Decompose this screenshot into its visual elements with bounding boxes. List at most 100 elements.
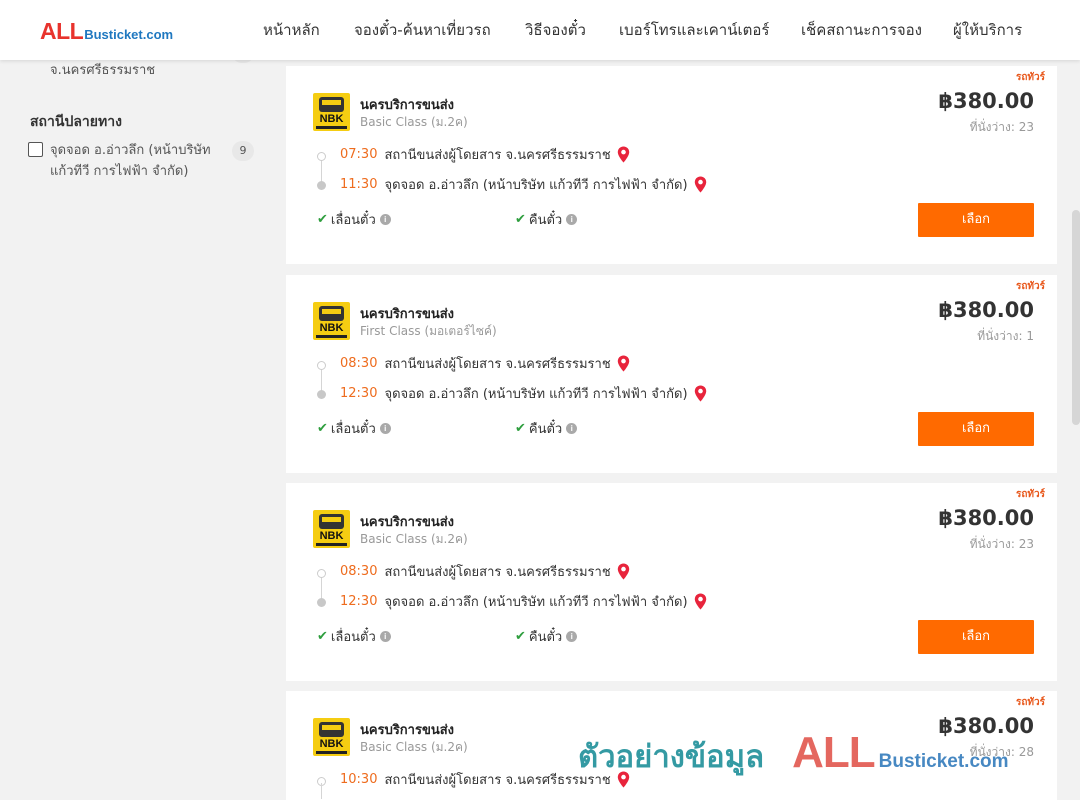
- page-scrollbar[interactable]: [1072, 210, 1080, 425]
- destination-filter-item[interactable]: จุดจอด อ.อ่าวลึก (หน้าบริษัท แก้วทีวี กา…: [28, 140, 254, 184]
- departure-stop: 07:30 สถานีขนส่งผู้โดยสาร จ.นครศรีธรรมรา…: [340, 144, 630, 165]
- departure-station: สถานีขนส่งผู้โดยสาร จ.นครศรีธรรมราช: [384, 148, 611, 163]
- timeline-end-dot: [317, 598, 326, 607]
- departure-station: สถานีขนส่งผู้โดยสาร จ.นครศรีธรรมราช: [384, 357, 611, 372]
- nav-book-search[interactable]: จองตั๋ว-ค้นหาเที่ยวรถ: [354, 0, 491, 60]
- departure-time: 08:30: [340, 356, 378, 371]
- select-trip-button[interactable]: เลือก: [918, 412, 1034, 446]
- change-ticket-feature: ✔ เลื่อนตั๋ว i: [317, 626, 391, 647]
- map-pin-icon[interactable]: [617, 355, 630, 372]
- map-pin-icon[interactable]: [694, 593, 707, 610]
- arrival-station: จุดจอด อ.อ่าวลึก (หน้าบริษัท แก้วทีวี กา…: [384, 178, 688, 193]
- info-icon[interactable]: i: [379, 631, 391, 642]
- select-trip-button[interactable]: เลือก: [918, 620, 1034, 654]
- trip-card: รถทัวร์ NBK นครบริการขนส่ง Basic Class (…: [286, 66, 1057, 264]
- nav-home[interactable]: หน้าหลัก: [263, 0, 320, 60]
- destination-heading: สถานีปลายทาง: [30, 114, 122, 130]
- destination-checkbox[interactable]: [28, 142, 43, 157]
- operator-logo-text: NBK: [319, 738, 344, 750]
- bus-type-badge: รถทัวร์: [1015, 72, 1045, 83]
- departure-stop: 08:30 สถานีขนส่งผู้โดยสาร จ.นครศรีธรรมรา…: [340, 561, 630, 582]
- logo-all: ALL: [40, 18, 84, 44]
- feature-label: คืนตั๋ว: [528, 422, 563, 437]
- timeline-line: [321, 783, 322, 799]
- arrival-time: 11:30: [340, 177, 378, 192]
- nav-phone-counters[interactable]: เบอร์โทรและเคาน์เตอร์: [619, 0, 769, 60]
- check-icon: ✔: [515, 421, 526, 436]
- arrival-station: จุดจอด อ.อ่าวลึก (หน้าบริษัท แก้วทีวี กา…: [384, 595, 688, 610]
- bus-class: Basic Class (ม.2ค): [360, 532, 468, 546]
- departure-stop: 08:30 สถานีขนส่งผู้โดยสาร จ.นครศรีธรรมรา…: [340, 353, 630, 374]
- site-header: ALL Busticket.com หน้าหลัก จองตั๋ว-ค้นหา…: [0, 0, 1080, 60]
- change-ticket-feature: ✔ เลื่อนตั๋ว i: [317, 418, 391, 439]
- ticket-price: ฿380.00: [938, 89, 1034, 113]
- bus-type-badge: รถทัวร์: [1015, 697, 1045, 708]
- departure-time: 10:30: [340, 772, 378, 787]
- trip-card: รถทัวร์ NBK นครบริการขนส่ง Basic Class (…: [286, 691, 1057, 800]
- operator-logo-text: NBK: [319, 113, 344, 125]
- change-ticket-feature: ✔ เลื่อนตั๋ว i: [317, 209, 391, 230]
- arrival-time: 12:30: [340, 386, 378, 401]
- check-icon: ✔: [317, 421, 328, 436]
- ticket-price: ฿380.00: [938, 298, 1034, 322]
- map-pin-icon[interactable]: [694, 176, 707, 193]
- bus-class: First Class (มอเตอร์ไซค์): [360, 324, 497, 338]
- operator-logo: NBK: [313, 302, 350, 340]
- seats-available: ที่นั่งว่าง: 23: [969, 120, 1034, 134]
- filter-sidebar: สถานีขนส่งผู้โดยสาร จ.นครศรีธรรมราช 9 สถ…: [0, 40, 270, 800]
- operator-logo-text: NBK: [319, 322, 344, 334]
- timeline-start-dot: [317, 152, 326, 161]
- arrival-stop: 11:30 จุดจอด อ.อ่าวลึก (หน้าบริษัท แก้วท…: [340, 174, 707, 195]
- timeline-start-dot: [317, 361, 326, 370]
- map-pin-icon[interactable]: [617, 146, 630, 163]
- trip-card: รถทัวร์ NBK นครบริการขนส่ง First Class (…: [286, 275, 1057, 473]
- operator-logo: NBK: [313, 718, 350, 756]
- info-icon[interactable]: i: [379, 423, 391, 434]
- info-icon[interactable]: i: [566, 423, 578, 434]
- departure-stop: 10:30 สถานีขนส่งผู้โดยสาร จ.นครศรีธรรมรา…: [340, 769, 630, 790]
- seats-available: ที่นั่งว่าง: 28: [969, 745, 1034, 759]
- arrival-stop: 12:30 จุดจอด อ.อ่าวลึก (หน้าบริษัท แก้วท…: [340, 383, 707, 404]
- check-icon: ✔: [515, 212, 526, 227]
- operator-logo-text: NBK: [319, 530, 344, 542]
- timeline-start-dot: [317, 569, 326, 578]
- map-pin-icon[interactable]: [617, 771, 630, 788]
- refund-ticket-feature: ✔ คืนตั๋ว i: [515, 626, 578, 647]
- destination-filter-label: จุดจอด อ.อ่าวลึก (หน้าบริษัท แก้วทีวี กา…: [50, 143, 211, 179]
- feature-label: เลื่อนตั๋ว: [330, 422, 376, 437]
- info-icon[interactable]: i: [566, 214, 578, 225]
- bus-class: Basic Class (ม.2ค): [360, 115, 468, 129]
- ticket-price: ฿380.00: [938, 714, 1034, 738]
- nav-how-to-book[interactable]: วิธีจองตั๋ว: [525, 0, 586, 60]
- bus-type-badge: รถทัวร์: [1015, 281, 1045, 292]
- arrival-station: จุดจอด อ.อ่าวลึก (หน้าบริษัท แก้วทีวี กา…: [384, 387, 688, 402]
- refund-ticket-feature: ✔ คืนตั๋ว i: [515, 209, 578, 230]
- destination-filter-count: 9: [232, 141, 254, 161]
- feature-label: เลื่อนตั๋ว: [330, 213, 376, 228]
- nav-check-status[interactable]: เช็คสถานะการจอง: [801, 0, 922, 60]
- departure-station: สถานีขนส่งผู้โดยสาร จ.นครศรีธรรมราช: [384, 773, 611, 788]
- operator-name: นครบริการขนส่ง: [360, 98, 455, 113]
- site-logo[interactable]: ALL Busticket.com: [40, 18, 173, 44]
- select-trip-button[interactable]: เลือก: [918, 203, 1034, 237]
- operator-name: นครบริการขนส่ง: [360, 723, 455, 738]
- refund-ticket-feature: ✔ คืนตั๋ว i: [515, 418, 578, 439]
- info-icon[interactable]: i: [566, 631, 578, 642]
- map-pin-icon[interactable]: [694, 385, 707, 402]
- check-icon: ✔: [515, 629, 526, 644]
- feature-label: คืนตั๋ว: [528, 213, 563, 228]
- departure-station: สถานีขนส่งผู้โดยสาร จ.นครศรีธรรมราช: [384, 565, 611, 580]
- map-pin-icon[interactable]: [617, 563, 630, 580]
- trip-card: รถทัวร์ NBK นครบริการขนส่ง Basic Class (…: [286, 483, 1057, 681]
- operator-name: นครบริการขนส่ง: [360, 307, 455, 322]
- timeline-end-dot: [317, 390, 326, 399]
- seats-available: ที่นั่งว่าง: 23: [969, 537, 1034, 551]
- nav-operators[interactable]: ผู้ให้บริการ: [953, 0, 1022, 60]
- bus-type-badge: รถทัวร์: [1015, 489, 1045, 500]
- seats-available: ที่นั่งว่าง: 1: [977, 329, 1034, 343]
- info-icon[interactable]: i: [379, 214, 391, 225]
- arrival-time: 12:30: [340, 594, 378, 609]
- arrival-stop: 12:30 จุดจอด อ.อ่าวลึก (หน้าบริษัท แก้วท…: [340, 591, 707, 612]
- check-icon: ✔: [317, 629, 328, 644]
- departure-time: 07:30: [340, 147, 378, 162]
